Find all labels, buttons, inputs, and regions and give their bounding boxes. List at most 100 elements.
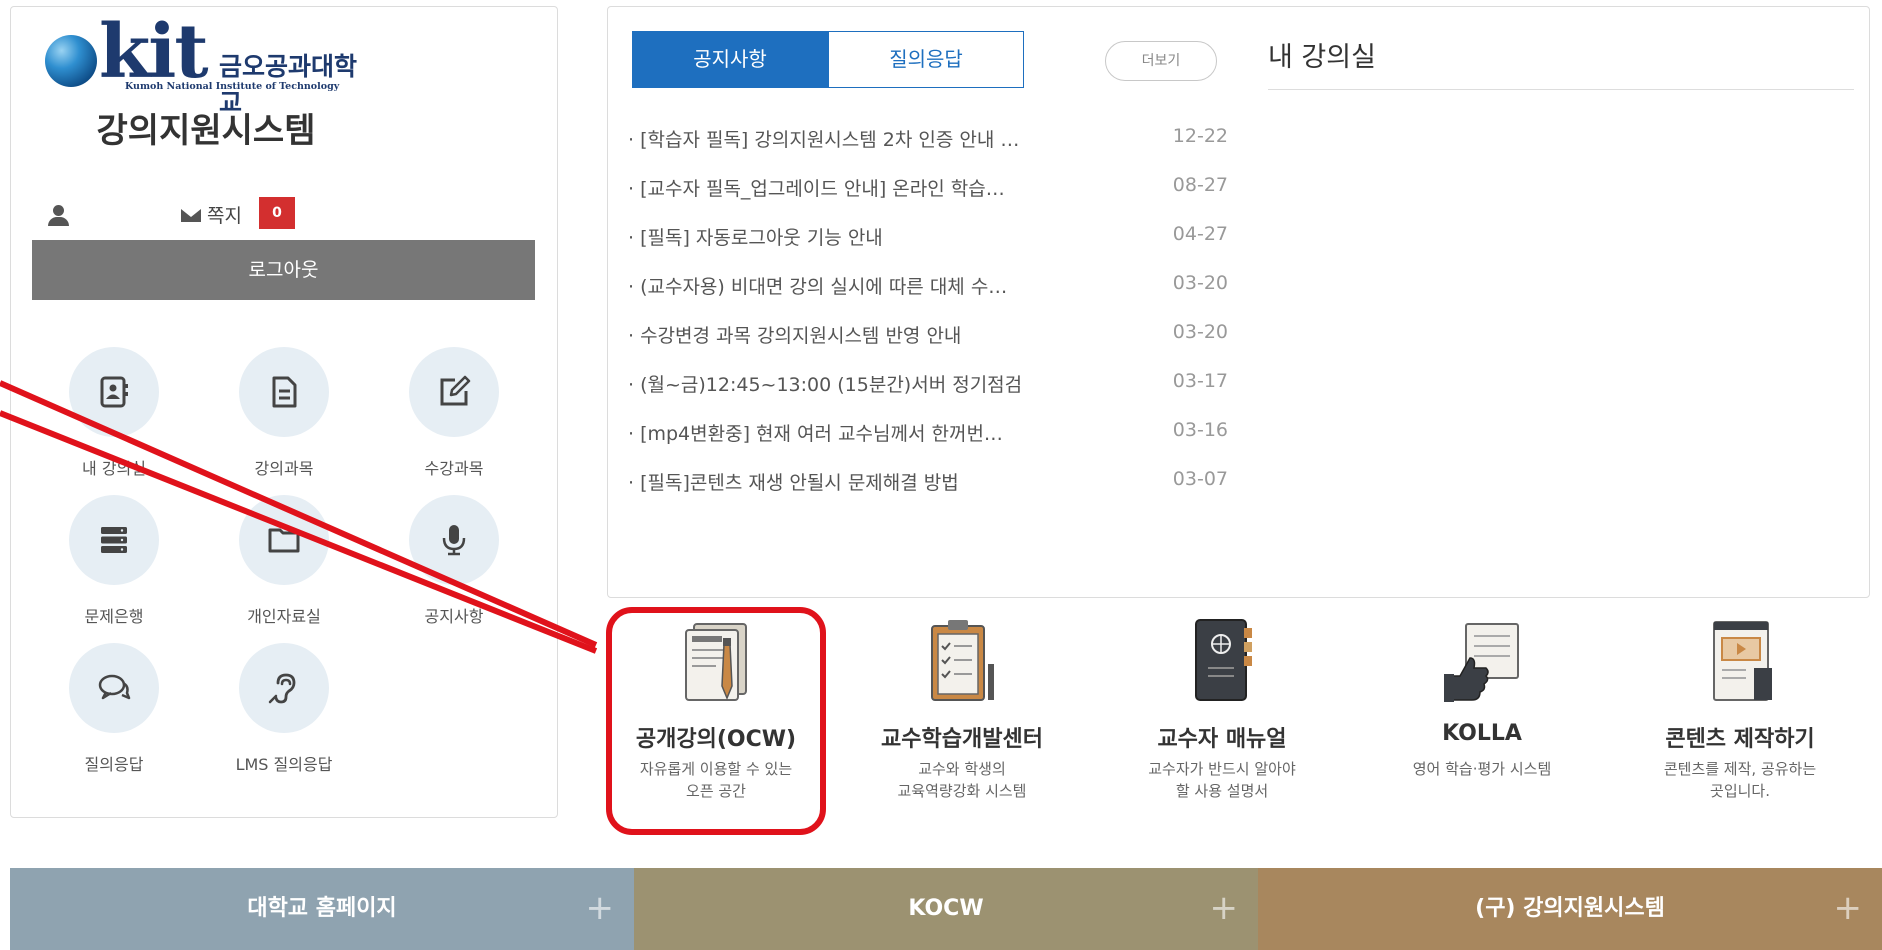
menu-label: 문제은행 <box>84 607 144 626</box>
menu-label: 개인자료실 <box>247 607 321 626</box>
logo-english-name: Kumoh National Institute of Technology <box>125 81 340 92</box>
notice-title[interactable]: · 수강변경 과목 강의지원시스템 반영 안내 <box>628 321 1148 348</box>
menu-label: 강의과목 <box>254 459 314 478</box>
mail-icon[interactable] <box>181 209 201 222</box>
notice-date: 03-20 <box>1172 272 1228 294</box>
tab-qna[interactable]: 질의응답 <box>828 31 1024 88</box>
notice-title[interactable]: · [mp4변환중] 현재 여러 교수님께서 한꺼번… <box>628 419 1148 446</box>
document-icon <box>239 347 329 437</box>
bottom-link-bar: 대학교 홈페이지 + KOCW + (구) 강의지원시스템 + <box>10 868 1882 950</box>
user-info-row: 쪽지 0 <box>35 197 535 233</box>
kocw-link[interactable]: KOCW + <box>634 868 1258 950</box>
board-panel: 공지사항 질의응답 더보기 · [학습자 필독] 강의지원시스템 2차 인증 안… <box>607 6 1870 598</box>
notice-item[interactable]: · [학습자 필독] 강의지원시스템 2차 인증 안내 … 12-22 <box>628 117 1228 157</box>
bottom-link-label: (구) 강의지원시스템 <box>1475 896 1665 921</box>
tab-notices[interactable]: 공지사항 <box>632 31 828 88</box>
notice-title[interactable]: · [교수자 필독_업그레이드 안내] 온라인 학습… <box>628 174 1148 201</box>
menu-label: 질의응답 <box>84 755 144 774</box>
my-classroom-title: 내 강의실 <box>1268 42 1376 73</box>
user-icon <box>47 205 69 226</box>
university-homepage-link[interactable]: 대학교 홈페이지 + <box>10 868 634 950</box>
menu-qna[interactable]: 질의응답 <box>31 643 191 793</box>
menu-my-classroom[interactable]: 내 강의실 <box>31 347 191 497</box>
menu-lms-qna[interactable]: LMS 질의응답 <box>201 643 361 793</box>
message-count-badge[interactable]: 0 <box>259 197 295 229</box>
kit-logo[interactable]: kit 금오공과대학교 Kumoh National Institute of … <box>31 15 371 117</box>
menu-enrolled-courses[interactable]: 수강과목 <box>371 347 531 497</box>
bottom-link-label: 대학교 홈페이지 <box>247 896 397 921</box>
notice-date: 03-20 <box>1172 321 1228 343</box>
quick-link-desc: 교수자가 반드시 알아야 할 사용 설명서 <box>1102 758 1342 802</box>
manual-book-icon <box>1195 619 1252 701</box>
notice-item[interactable]: · (월~금)12:45~13:00 (15분간)서버 정기점검 03-17 <box>628 362 1228 402</box>
bottom-link-label: KOCW <box>908 896 984 921</box>
quick-link-desc: 영어 학습·평가 시스템 <box>1362 758 1602 780</box>
quick-link-content-creation[interactable]: 콘텐츠 제작하기 콘텐츠를 제작, 공유하는 곳입니다. <box>1620 608 1860 828</box>
logout-button[interactable]: 로그아웃 <box>32 240 535 300</box>
video-content-icon <box>1713 621 1772 701</box>
quick-link-kolla[interactable]: KOLLA 영어 학습·평가 시스템 <box>1362 608 1602 828</box>
menu-notices[interactable]: 공지사항 <box>371 495 531 645</box>
menu-question-bank[interactable]: 문제은행 <box>31 495 191 645</box>
quick-link-title: 교수학습개발센터 <box>881 727 1043 752</box>
more-button[interactable]: 더보기 <box>1105 41 1217 81</box>
menu-label: 수강과목 <box>424 459 484 478</box>
divider <box>1268 89 1854 90</box>
legacy-lms-link[interactable]: (구) 강의지원시스템 + <box>1258 868 1882 950</box>
quick-link-title: 콘텐츠 제작하기 <box>1665 727 1815 752</box>
system-title: 강의지원시스템 <box>96 111 316 151</box>
menu-personal-archive[interactable]: 개인자료실 <box>201 495 361 645</box>
quick-link-desc-line: 곳입니다. <box>1710 782 1770 800</box>
quick-link-teaching-center[interactable]: 교수학습개발센터 교수와 학생의 교육역량강화 시스템 <box>842 608 1082 828</box>
folder-icon <box>239 495 329 585</box>
menu-label: LMS 질의응답 <box>235 755 333 774</box>
notice-item[interactable]: · [필독]콘텐츠 재생 안될시 문제해결 방법 03-07 <box>628 460 1228 500</box>
hearing-icon <box>239 643 329 733</box>
notice-item[interactable]: · (교수자용) 비대면 강의 실시에 따른 대체 수… 03-20 <box>628 264 1228 304</box>
notice-date: 03-17 <box>1172 370 1228 392</box>
notice-item[interactable]: · [필독] 자동로그아웃 기능 안내 04-27 <box>628 215 1228 255</box>
clipboard-icon <box>931 620 994 701</box>
logo-wordmark: kit <box>99 9 209 95</box>
quick-link-desc-line: 교수자가 반드시 알아야 <box>1148 760 1296 778</box>
quick-link-desc-line: 할 사용 설명서 <box>1175 782 1269 800</box>
message-label[interactable]: 쪽지 <box>207 201 242 228</box>
menu-label: 공지사항 <box>424 607 484 626</box>
notice-title[interactable]: · (교수자용) 비대면 강의 실시에 따른 대체 수… <box>628 272 1148 299</box>
edit-icon <box>409 347 499 437</box>
microphone-icon <box>409 495 499 585</box>
plus-icon: + <box>585 888 615 928</box>
quick-link-desc: 교수와 학생의 교육역량강화 시스템 <box>842 758 1082 802</box>
chat-icon <box>69 643 159 733</box>
quick-link-desc-line: 영어 학습·평가 시스템 <box>1412 760 1552 778</box>
quick-link-instructor-manual[interactable]: 교수자 매뉴얼 교수자가 반드시 알아야 할 사용 설명서 <box>1102 608 1342 828</box>
notice-date: 08-27 <box>1172 174 1228 196</box>
notice-item[interactable]: · [교수자 필독_업그레이드 안내] 온라인 학습… 08-27 <box>628 166 1228 206</box>
left-panel: kit 금오공과대학교 Kumoh National Institute of … <box>10 6 558 818</box>
notice-date: 03-16 <box>1172 419 1228 441</box>
plus-icon: + <box>1833 888 1863 928</box>
logo-globe-icon <box>45 35 97 87</box>
notice-title[interactable]: · [필독] 자동로그아웃 기능 안내 <box>628 223 1148 250</box>
quick-link-title: KOLLA <box>1442 721 1522 746</box>
menu-lecture-courses[interactable]: 강의과목 <box>201 347 361 497</box>
database-icon <box>69 495 159 585</box>
quick-link-desc-line: 교육역량강화 시스템 <box>897 782 1027 800</box>
notice-item[interactable]: · 수강변경 과목 강의지원시스템 반영 안내 03-20 <box>628 313 1228 353</box>
notice-title[interactable]: · (월~금)12:45~13:00 (15분간)서버 정기점검 <box>628 370 1148 397</box>
plus-icon: + <box>1209 888 1239 928</box>
quick-link-title: 교수자 매뉴얼 <box>1157 727 1287 752</box>
thumbs-up-icon <box>1444 623 1519 702</box>
ocw-highlight-annotation <box>606 607 826 835</box>
menu-label: 내 강의실 <box>82 459 146 478</box>
notice-item[interactable]: · [mp4변환중] 현재 여러 교수님께서 한꺼번… 03-16 <box>628 411 1228 451</box>
quick-link-desc-line: 콘텐츠를 제작, 공유하는 <box>1663 760 1817 778</box>
notice-date: 12-22 <box>1172 125 1228 147</box>
notice-title[interactable]: · [학습자 필독] 강의지원시스템 2차 인증 안내 … <box>628 125 1148 152</box>
quick-link-desc: 콘텐츠를 제작, 공유하는 곳입니다. <box>1620 758 1860 802</box>
notice-date: 03-07 <box>1172 468 1228 490</box>
notice-title[interactable]: · [필독]콘텐츠 재생 안될시 문제해결 방법 <box>628 468 1148 495</box>
contact-book-icon <box>69 347 159 437</box>
notice-date: 04-27 <box>1172 223 1228 245</box>
quick-link-desc-line: 교수와 학생의 <box>918 760 1006 778</box>
